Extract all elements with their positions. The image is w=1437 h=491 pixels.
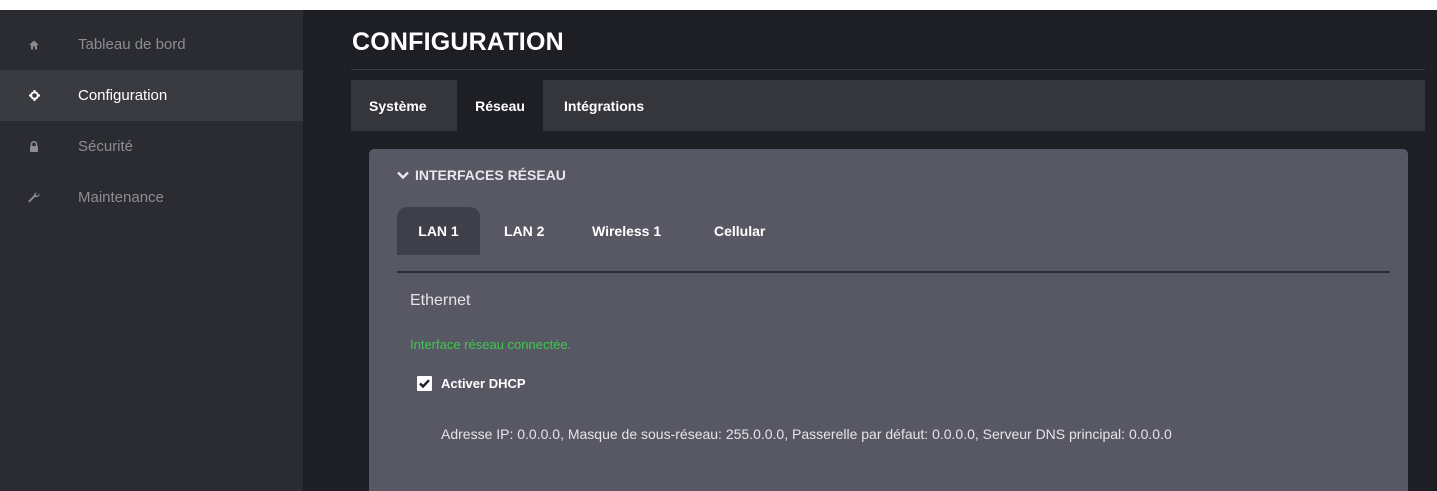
dhcp-toggle[interactable]: Activer DHCP bbox=[417, 376, 526, 391]
tabs-bar: Système Réseau Intégrations bbox=[351, 80, 1425, 131]
subtab-cellular[interactable]: Cellular bbox=[700, 207, 779, 255]
sidebar: Tableau de bord Configuration Sécurité M… bbox=[0, 10, 303, 491]
top-strip bbox=[0, 0, 1437, 10]
sidebar-item-configuration[interactable]: Configuration bbox=[0, 70, 303, 121]
wrench-icon bbox=[27, 191, 41, 205]
sidebar-item-label: Tableau de bord bbox=[78, 36, 186, 53]
lock-icon bbox=[27, 140, 41, 154]
sidebar-item-maintenance[interactable]: Maintenance bbox=[0, 172, 303, 223]
sidebar-item-label: Sécurité bbox=[78, 138, 134, 155]
checkmark-icon bbox=[419, 379, 430, 388]
page-title: CONFIGURATION bbox=[352, 28, 564, 56]
interface-name: Ethernet bbox=[410, 292, 471, 309]
main-content: CONFIGURATION Système Réseau Intégration… bbox=[303, 10, 1437, 491]
interface-status: Interface réseau connectée. bbox=[410, 337, 572, 352]
chevron-down-icon bbox=[397, 167, 409, 183]
dhcp-label: Activer DHCP bbox=[441, 376, 526, 391]
subtab-lan1[interactable]: LAN 1 bbox=[397, 207, 480, 255]
dhcp-checkbox[interactable] bbox=[417, 376, 432, 391]
tab-systeme[interactable]: Système bbox=[369, 80, 427, 131]
network-info: Adresse IP: 0.0.0.0, Masque de sous-rése… bbox=[441, 426, 1172, 442]
subtab-wireless1[interactable]: Wireless 1 bbox=[578, 207, 675, 255]
gear-icon bbox=[27, 89, 41, 103]
sidebar-item-label: Configuration bbox=[78, 87, 168, 104]
subtab-lan2[interactable]: LAN 2 bbox=[490, 207, 558, 255]
sidebar-item-label: Maintenance bbox=[78, 189, 164, 206]
sidebar-item-tableau-de-bord[interactable]: Tableau de bord bbox=[0, 19, 303, 70]
title-divider bbox=[351, 69, 1425, 70]
subtab-divider bbox=[397, 271, 1390, 273]
panel-header[interactable]: INTERFACES RÉSEAU bbox=[397, 167, 566, 183]
panel-title: INTERFACES RÉSEAU bbox=[415, 167, 566, 183]
tab-reseau[interactable]: Réseau bbox=[457, 80, 543, 131]
tab-integrations[interactable]: Intégrations bbox=[564, 80, 644, 131]
network-interfaces-panel: INTERFACES RÉSEAU LAN 1 LAN 2 Wireless 1… bbox=[369, 149, 1408, 491]
sidebar-item-securite[interactable]: Sécurité bbox=[0, 121, 303, 172]
home-icon bbox=[27, 38, 41, 52]
